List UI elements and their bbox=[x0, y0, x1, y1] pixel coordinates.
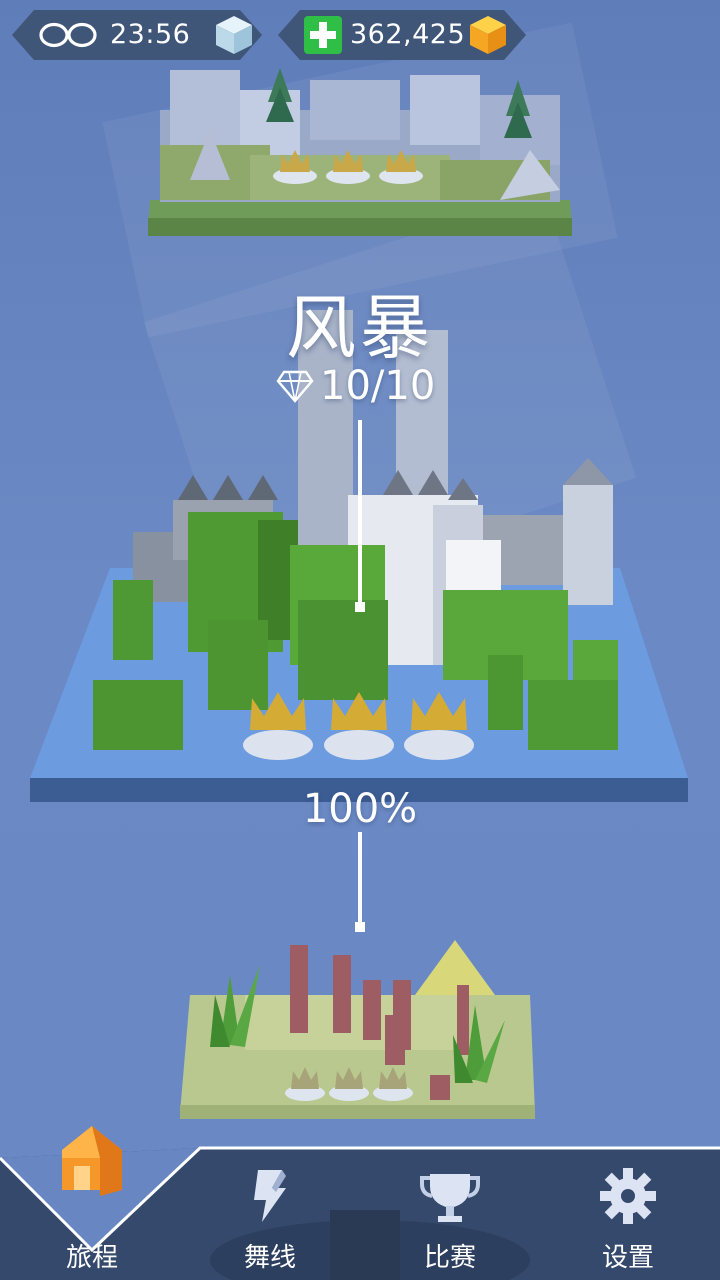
level-connector-line bbox=[358, 420, 362, 606]
nav-contest[interactable]: 比赛 bbox=[380, 1140, 520, 1280]
line-icon bbox=[254, 1170, 286, 1222]
house-icon bbox=[62, 1126, 122, 1196]
trophy-icon bbox=[420, 1174, 480, 1222]
nav-line[interactable]: 舞线 bbox=[200, 1140, 340, 1280]
infinity-icon bbox=[38, 22, 100, 48]
previous-crowns bbox=[273, 150, 423, 184]
diamond-counter: 10/10 bbox=[276, 363, 436, 409]
bottom-navigation: 旅程 舞线 比赛 设置 bbox=[0, 1126, 720, 1280]
lives-timer: 23:56 bbox=[110, 19, 191, 50]
current-crowns bbox=[243, 692, 474, 760]
connector-dot bbox=[355, 922, 365, 932]
gear-icon bbox=[600, 1168, 656, 1224]
plus-icon[interactable] bbox=[304, 16, 342, 54]
diamond-icon bbox=[276, 370, 314, 403]
nav-settings[interactable]: 设置 bbox=[558, 1140, 698, 1280]
level-progress: 100% bbox=[302, 786, 418, 832]
nav-contest-label: 比赛 bbox=[423, 1243, 476, 1273]
gems-count: 362,425 bbox=[350, 19, 466, 50]
next-level-island[interactable] bbox=[175, 935, 540, 1135]
diamond-count: 10/10 bbox=[320, 363, 436, 409]
next-crowns bbox=[285, 1067, 413, 1101]
nav-journey-label: 旅程 bbox=[65, 1243, 118, 1273]
nav-journey[interactable]: 旅程 bbox=[22, 1126, 162, 1280]
nav-settings-label: 设置 bbox=[601, 1243, 654, 1273]
level-connector-line bbox=[358, 832, 362, 928]
previous-level-island[interactable] bbox=[140, 50, 580, 250]
level-title: 风暴 bbox=[286, 287, 434, 369]
connector-dot bbox=[355, 602, 365, 612]
nav-line-label: 舞线 bbox=[243, 1243, 296, 1273]
